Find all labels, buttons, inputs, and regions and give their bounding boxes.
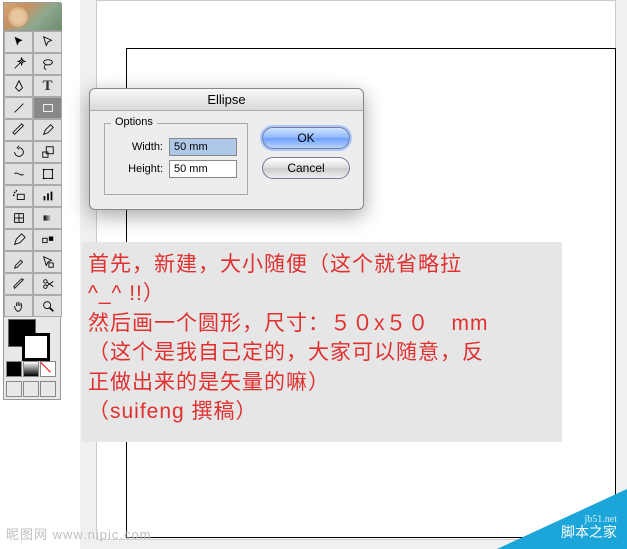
scale-tool[interactable] xyxy=(33,141,62,163)
screen-mode-full-menu[interactable] xyxy=(40,381,56,397)
height-input[interactable] xyxy=(169,160,237,178)
warp-tool[interactable] xyxy=(4,163,33,185)
direct-selection-tool[interactable] xyxy=(33,31,62,53)
color-mode-gradient[interactable] xyxy=(23,361,39,377)
pencil-tool[interactable] xyxy=(33,119,62,141)
stroke-color[interactable] xyxy=(22,333,50,361)
color-mode-solid[interactable] xyxy=(6,361,22,377)
line-tool[interactable] xyxy=(4,97,33,119)
lasso-tool[interactable] xyxy=(33,53,62,75)
color-mode-none[interactable] xyxy=(40,361,56,377)
type-tool[interactable]: T xyxy=(33,75,62,97)
paintbrush-tool[interactable] xyxy=(4,119,33,141)
dialog-title: Ellipse xyxy=(90,89,363,111)
mesh-tool[interactable] xyxy=(4,207,33,229)
watermark-sub: jb51.net xyxy=(561,514,617,526)
height-label: Height: xyxy=(115,163,163,175)
graph-tool[interactable] xyxy=(33,185,62,207)
screen-mode-row xyxy=(4,379,60,399)
annotation-line: （suifeng 撰稿） xyxy=(88,397,556,426)
slice-tool[interactable] xyxy=(4,273,33,295)
width-input[interactable] xyxy=(169,138,237,156)
watermark-main: 脚本之家 xyxy=(561,526,617,543)
scissors-tool[interactable] xyxy=(33,273,62,295)
annotation-line: ^_^ !!） xyxy=(88,279,556,308)
color-mode-row xyxy=(4,359,60,379)
gradient-tool[interactable] xyxy=(33,207,62,229)
magic-wand-tool[interactable] xyxy=(4,53,33,75)
options-legend: Options xyxy=(111,116,157,128)
live-paint-select-tool[interactable] xyxy=(33,251,62,273)
screen-mode-normal[interactable] xyxy=(6,381,22,397)
annotation-line: 首先，新建，大小随便（这个就省略拉 xyxy=(88,250,556,279)
tutorial-annotation: 首先，新建，大小随便（这个就省略拉 ^_^ !!） 然后画一个圆形，尺寸：５０x… xyxy=(82,242,562,442)
tools-panel: T xyxy=(3,2,61,400)
hand-tool[interactable] xyxy=(4,295,33,317)
rotate-tool[interactable] xyxy=(4,141,33,163)
live-paint-tool[interactable] xyxy=(4,251,33,273)
annotation-line: （这个是我自己定的，大家可以随意，反 xyxy=(88,338,556,367)
app-logo xyxy=(4,3,62,31)
watermark-left: 昵图网 www.nipic.com xyxy=(6,524,152,543)
free-transform-tool[interactable] xyxy=(33,163,62,185)
selection-tool[interactable] xyxy=(4,31,33,53)
screen-mode-full[interactable] xyxy=(23,381,39,397)
ellipse-dialog: Ellipse Options Width: Height: OK Cancel xyxy=(89,88,364,210)
symbol-sprayer-tool[interactable] xyxy=(4,185,33,207)
zoom-tool[interactable] xyxy=(33,295,62,317)
blend-tool[interactable] xyxy=(33,229,62,251)
annotation-line: 然后画一个圆形，尺寸：５０x５０ mm xyxy=(88,309,556,338)
cancel-button[interactable]: Cancel xyxy=(262,157,350,179)
color-swatches[interactable] xyxy=(4,317,60,359)
pen-tool[interactable] xyxy=(4,75,33,97)
watermark-right: jb51.net 脚本之家 xyxy=(437,479,627,549)
ok-button[interactable]: OK xyxy=(262,127,350,149)
tool-grid: T xyxy=(4,31,60,317)
rectangle-tool[interactable] xyxy=(33,97,62,119)
eyedropper-tool[interactable] xyxy=(4,229,33,251)
annotation-line: 正做出来的是矢量的嘛） xyxy=(88,368,556,397)
width-label: Width: xyxy=(115,141,163,153)
options-group: Options Width: Height: xyxy=(104,123,248,195)
